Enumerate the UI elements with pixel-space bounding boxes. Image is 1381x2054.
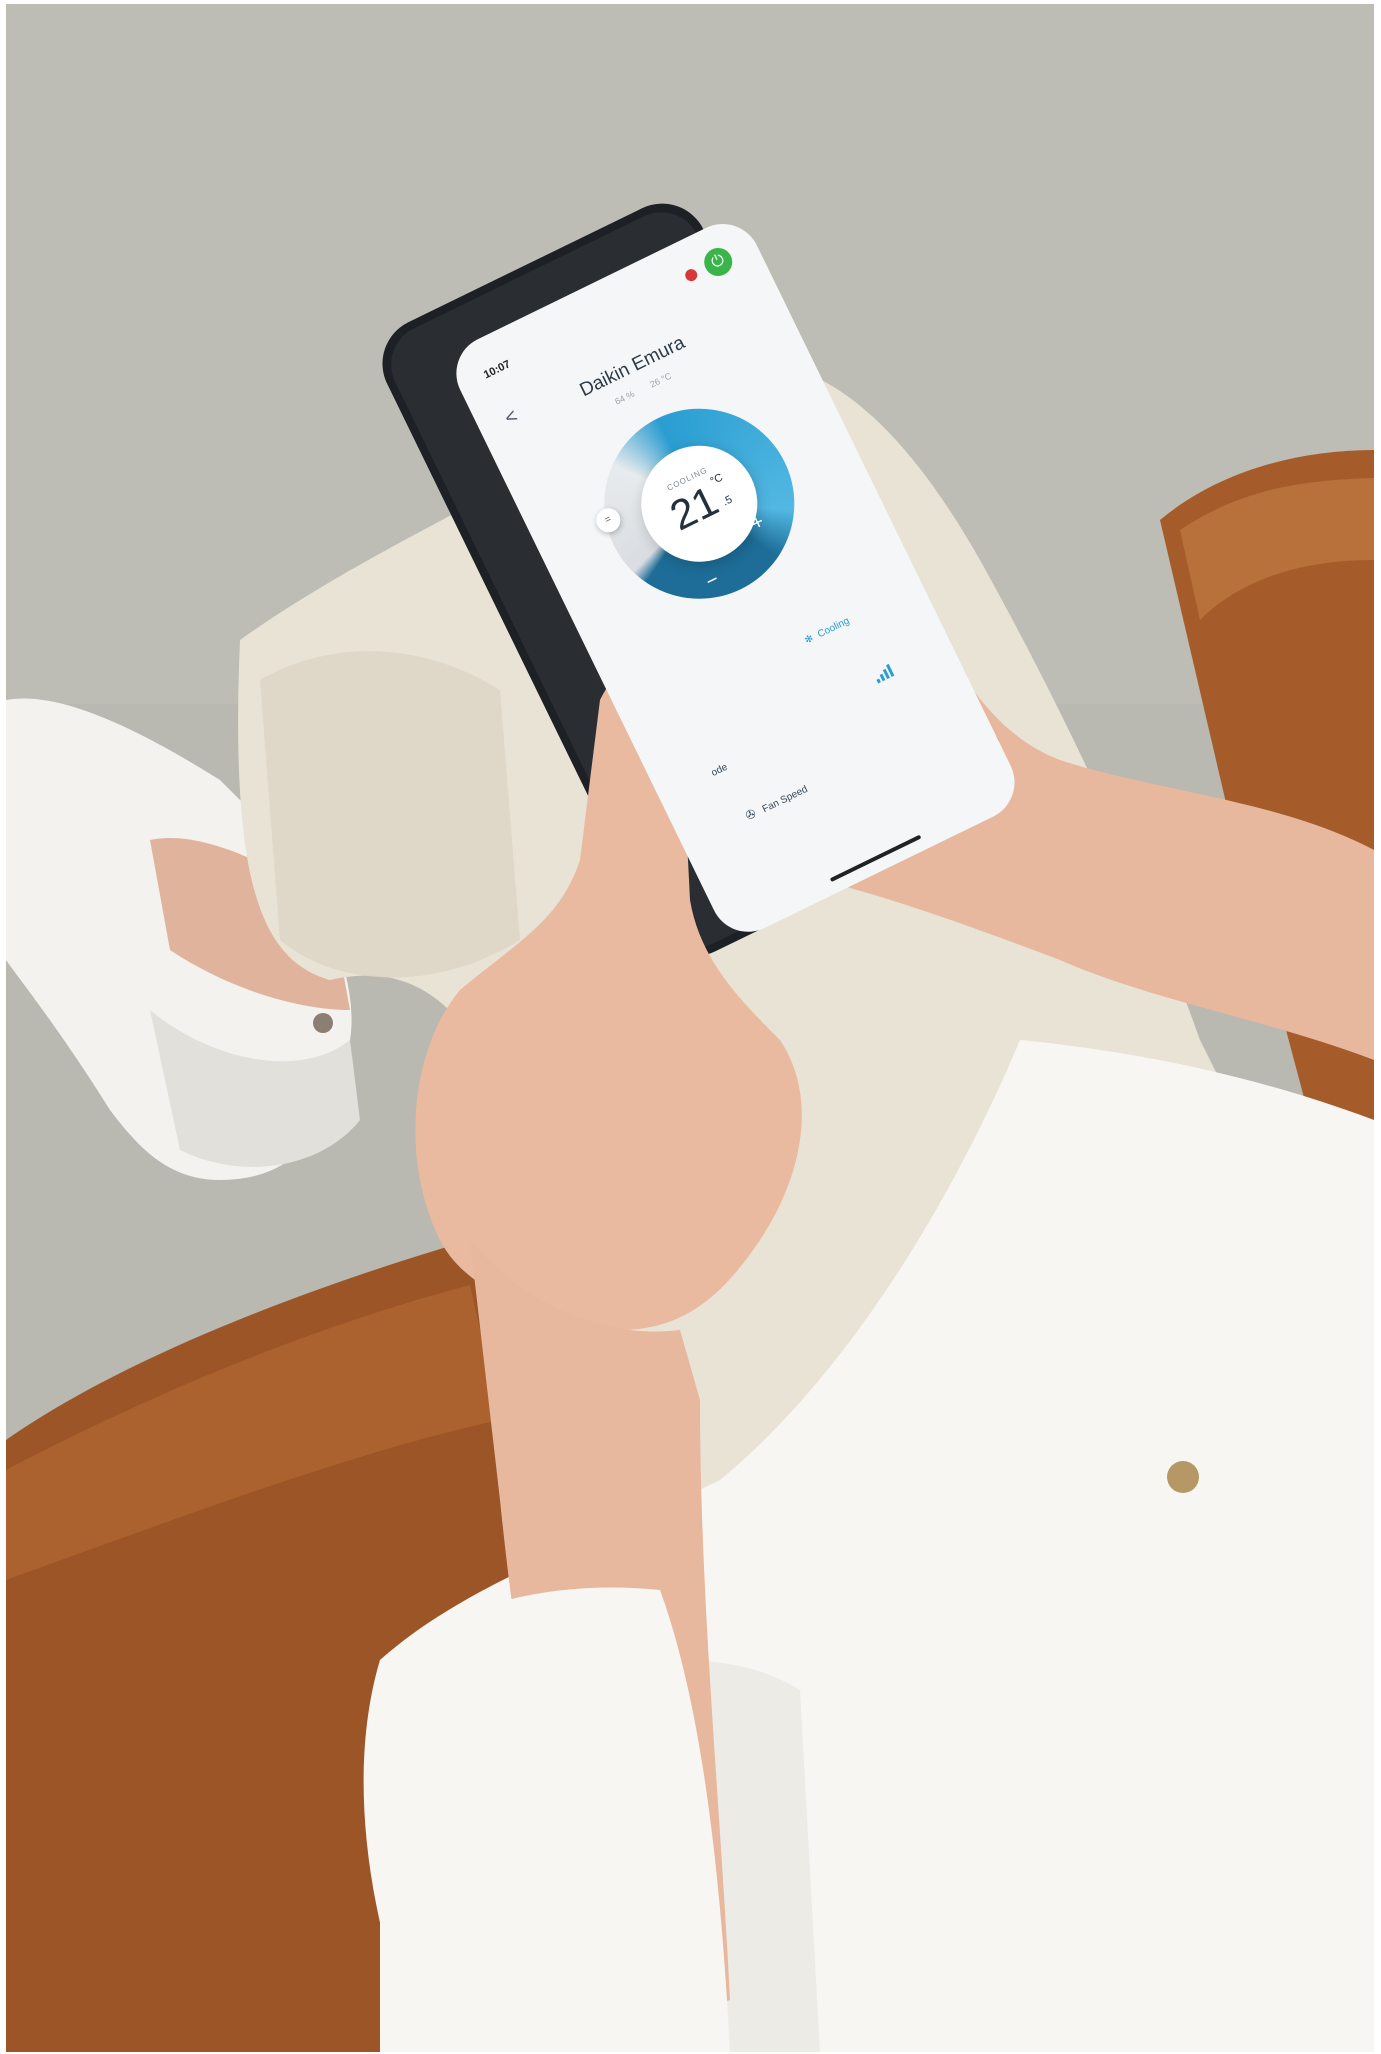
mode-row-label: ode [709, 761, 730, 779]
humidity-value: 64 % [613, 388, 637, 407]
shirt-button [1167, 1461, 1199, 1493]
power-icon[interactable]: ⏻ [699, 243, 737, 281]
room-temperature-value: 26 °C [648, 370, 674, 390]
temperature-display: COOLING 21 °C .5 [621, 426, 777, 582]
temperature-unit: °C [708, 471, 725, 488]
fan-speed-selector[interactable]: ✇ Fan Speed [743, 781, 809, 823]
fan-icon: ✇ [743, 806, 759, 824]
temperature-dial[interactable]: COOLING 21 °C .5 − + = [572, 376, 827, 631]
photo-scene: 10:07 ⏻ < Daikin Emura 64 % 26 °C COOLIN… [0, 0, 1381, 2054]
notification-icon[interactable] [683, 267, 700, 284]
mode-selector[interactable]: ✻Cooling [803, 616, 851, 647]
temperature-decimal: .5 [720, 493, 735, 509]
status-time: 10:07 [481, 358, 513, 382]
signal-bars-icon [876, 663, 895, 684]
snowflake-icon: ✻ [803, 633, 816, 647]
fan-speed-label: Fan Speed [760, 783, 810, 816]
sleeve-cuff [380, 1587, 730, 2052]
decrease-temperature-button[interactable]: − [698, 567, 727, 596]
dial-handle[interactable]: = [592, 504, 625, 537]
mode-value: Cooling [816, 615, 852, 641]
